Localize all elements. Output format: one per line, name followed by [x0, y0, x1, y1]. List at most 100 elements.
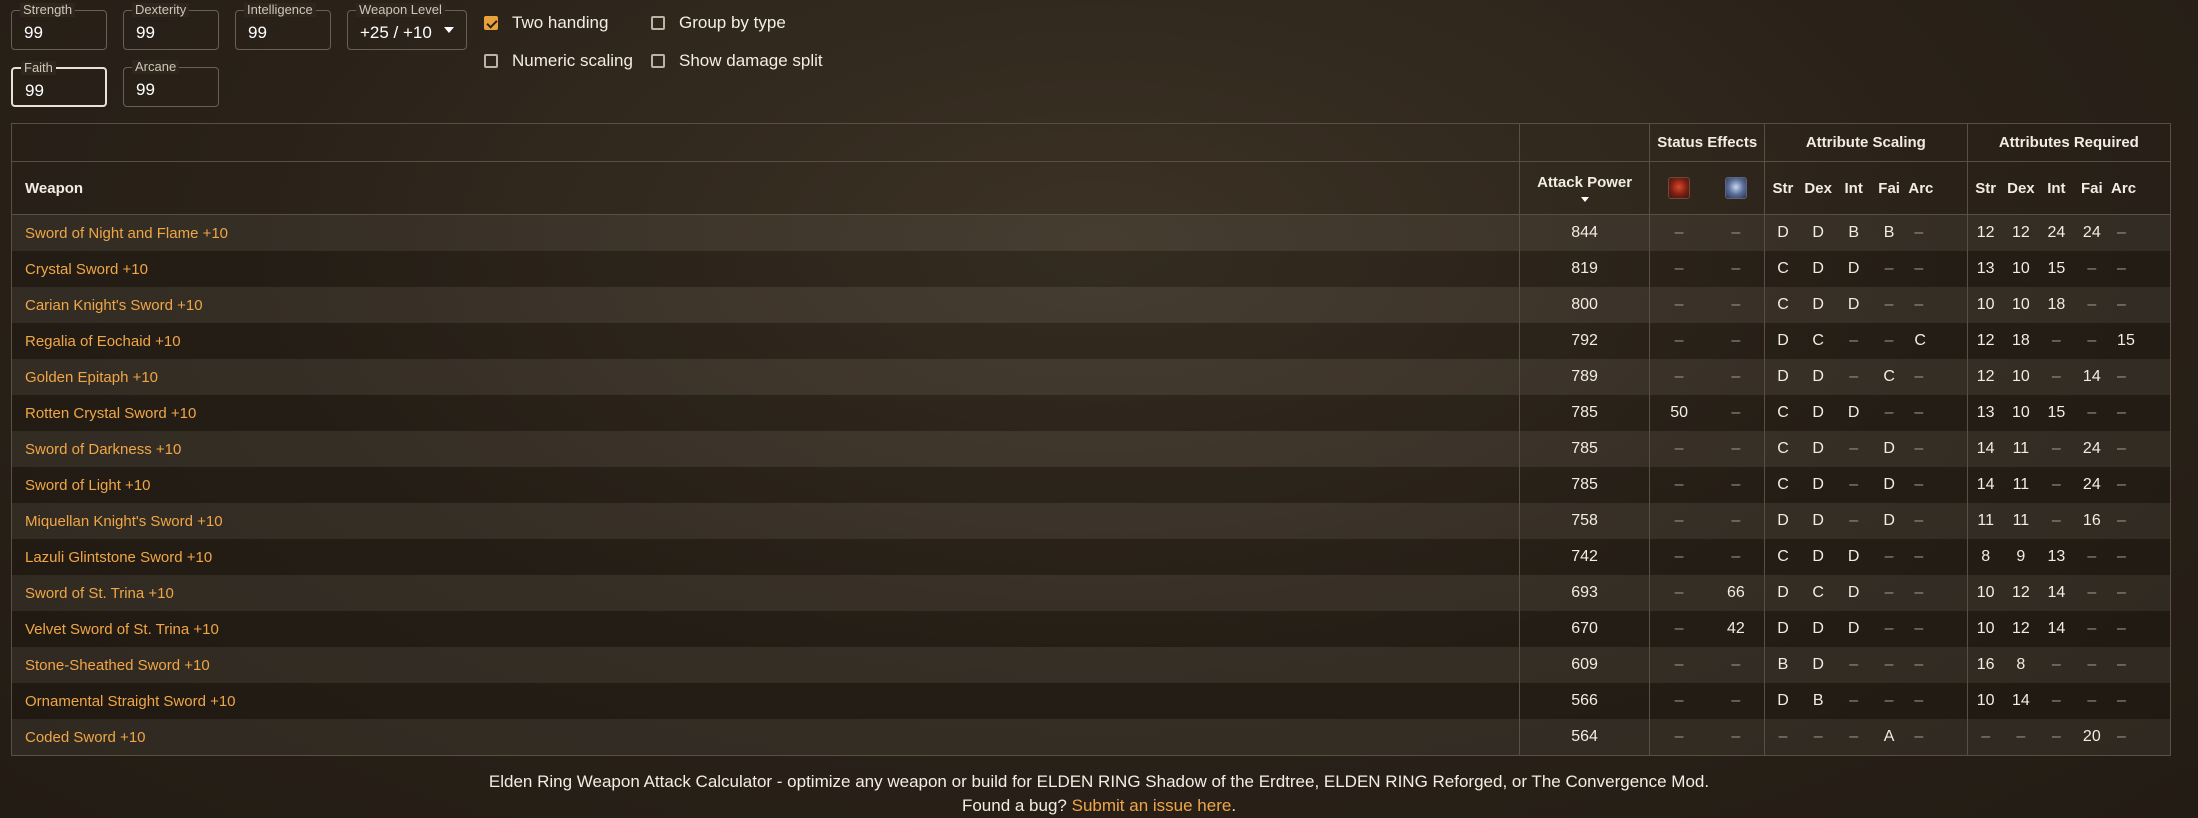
scaling-fai-cell: –: [1884, 548, 1894, 565]
faith-field[interactable]: Faith 99: [11, 61, 107, 107]
scaling-arc-cell: –: [1914, 476, 1924, 493]
two-handing-label: Two handing: [512, 13, 609, 32]
required-fai-cell: –: [2087, 692, 2097, 709]
required-dex-cell: 9: [2016, 548, 2026, 565]
required-int-cell: 13: [2047, 548, 2066, 565]
faith-value[interactable]: 99: [25, 81, 44, 101]
required-int-cell: 14: [2047, 620, 2066, 637]
required-str-header[interactable]: Str: [1966, 161, 2004, 215]
required-fai-header[interactable]: Fai: [2074, 161, 2110, 215]
dexterity-value[interactable]: 99: [136, 23, 155, 43]
required-fai-cell: –: [2087, 548, 2097, 565]
weapon-column-header[interactable]: Weapon: [12, 161, 1520, 215]
weapon-name-link[interactable]: Regalia of Eochaid +10: [12, 323, 1519, 359]
weapon-name-link[interactable]: Sword of St. Trina +10: [12, 575, 1519, 611]
scaling-arc-cell: –: [1914, 404, 1924, 421]
scaling-fai-cell: B: [1883, 224, 1895, 241]
table-row: Ornamental Straight Sword +10 566– – D B – – –1…: [12, 683, 2170, 719]
table-row: Sword of Night and Flame +10 844– – D D B B –12…: [12, 214, 2170, 252]
required-arc-header[interactable]: Arc: [2109, 161, 2170, 215]
table-row: Lazuli Glintstone Sword +10 742– – C D D – –8 9 1…: [12, 539, 2170, 575]
intelligence-value[interactable]: 99: [248, 23, 267, 43]
strength-value[interactable]: 99: [24, 23, 43, 43]
scaling-str-cell: D: [1763, 611, 1801, 647]
required-str-cell: 14: [1966, 467, 2004, 503]
status-frost-cell: –: [1731, 728, 1741, 745]
submit-issue-link[interactable]: Submit an issue here: [1072, 796, 1232, 815]
scaling-fai-cell: C: [1883, 368, 1895, 385]
status-rot-cell: –: [1649, 431, 1708, 467]
arcane-field[interactable]: Arcane 99: [123, 60, 219, 107]
scaling-dex-header[interactable]: Dex: [1800, 161, 1836, 215]
weapon-name-link[interactable]: Golden Epitaph +10: [12, 359, 1519, 395]
weapon-name-link[interactable]: Sword of Light +10: [12, 467, 1519, 503]
required-int-header[interactable]: Int: [2038, 161, 2075, 215]
required-int-cell: –: [2051, 368, 2061, 385]
attack-power-cell: 564: [1518, 719, 1650, 755]
checkbox-icon[interactable]: [651, 54, 665, 68]
strength-field[interactable]: Strength 99: [11, 3, 107, 50]
weapon-name-link[interactable]: Miquellan Knight's Sword +10: [12, 503, 1519, 539]
checkbox-icon[interactable]: [651, 16, 665, 30]
weapon-name-link[interactable]: Coded Sword +10: [12, 719, 1519, 755]
attack-power-column-header[interactable]: Attack Power: [1518, 161, 1650, 215]
frostbite-column-header[interactable]: [1707, 161, 1765, 215]
two-handing-checkbox[interactable]: Two handing: [484, 11, 608, 35]
required-dex-header[interactable]: Dex: [2003, 161, 2039, 215]
status-rot-cell: –: [1649, 611, 1708, 647]
required-dex-cell: 12: [2011, 584, 2030, 601]
dexterity-field[interactable]: Dexterity 99: [123, 3, 219, 50]
scaling-dex-cell: D: [1812, 368, 1824, 385]
scaling-str-cell: D: [1763, 683, 1801, 719]
required-fai-cell: 20: [2082, 728, 2101, 745]
scaling-str-cell: C: [1763, 251, 1801, 287]
checkbox-checked-icon[interactable]: [484, 16, 498, 30]
scaling-fai-header[interactable]: Fai: [1871, 161, 1907, 215]
required-str-cell: 10: [1966, 287, 2004, 323]
attack-power-cell: 693: [1518, 575, 1650, 611]
weapon-table-body: Sword of Night and Flame +10 844– – D D B B –12…: [12, 214, 2170, 755]
attack-power-cell: 844: [1518, 214, 1650, 251]
weapon-name-link[interactable]: Ornamental Straight Sword +10: [12, 683, 1519, 719]
weapon-name-link[interactable]: Lazuli Glintstone Sword +10: [12, 539, 1519, 575]
status-rot-cell: –: [1649, 719, 1708, 755]
scaling-int-header[interactable]: Int: [1835, 161, 1872, 215]
weapon-level-select[interactable]: Weapon Level +25 / +10: [347, 3, 467, 50]
group-by-type-checkbox[interactable]: Group by type: [651, 11, 786, 35]
weapon-name-link[interactable]: Crystal Sword +10: [12, 251, 1519, 287]
required-fai-cell: 24: [2082, 476, 2101, 493]
table-row: Velvet Sword of St. Trina +10 670–42 D D D – –…: [12, 611, 2170, 647]
status-frost-cell: –: [1731, 332, 1741, 349]
header-spacer: [1518, 124, 1650, 162]
footer-bug-text: Found a bug?: [961, 796, 1072, 815]
arcane-value[interactable]: 99: [136, 80, 155, 100]
scarlet-rot-column-header[interactable]: [1649, 161, 1708, 215]
required-arc-cell: –: [2117, 692, 2126, 709]
scaling-arc-header[interactable]: Arc: [1906, 161, 1968, 215]
scaling-str-cell: D: [1763, 575, 1801, 611]
numeric-scaling-checkbox[interactable]: Numeric scaling: [484, 49, 633, 73]
scaling-int-cell: D: [1847, 260, 1860, 277]
scaling-dex-cell: D: [1812, 440, 1824, 457]
weapon-name-link[interactable]: Sword of Night and Flame +10: [12, 215, 1519, 252]
intelligence-field[interactable]: Intelligence 99: [235, 3, 331, 50]
required-arc-cell: –: [2117, 656, 2126, 673]
weapon-name-link[interactable]: Velvet Sword of St. Trina +10: [12, 611, 1519, 647]
scaling-fai-cell: –: [1884, 584, 1894, 601]
weapon-name-link[interactable]: Rotten Crystal Sword +10: [12, 395, 1519, 431]
required-fai-cell: –: [2087, 656, 2097, 673]
required-int-cell: –: [2051, 656, 2061, 673]
required-fai-cell: 24: [2082, 440, 2101, 457]
weapon-name-link[interactable]: Carian Knight's Sword +10: [12, 287, 1519, 323]
scaling-str-cell: C: [1763, 539, 1801, 575]
scaling-str-header[interactable]: Str: [1763, 161, 1801, 215]
checkbox-icon[interactable]: [484, 54, 498, 68]
table-row: Crystal Sword +10 819– – C D D – –13 10 15– –: [12, 251, 2170, 287]
weapon-name-link[interactable]: Sword of Darkness +10: [12, 431, 1519, 467]
show-damage-split-checkbox[interactable]: Show damage split: [651, 49, 823, 73]
required-int-cell: –: [2051, 332, 2061, 349]
weapon-name-link[interactable]: Stone-Sheathed Sword +10: [12, 647, 1519, 683]
status-frost-cell: 42: [1726, 620, 1745, 637]
scaling-int-cell: B: [1848, 224, 1859, 241]
scaling-dex-cell: C: [1812, 332, 1824, 349]
